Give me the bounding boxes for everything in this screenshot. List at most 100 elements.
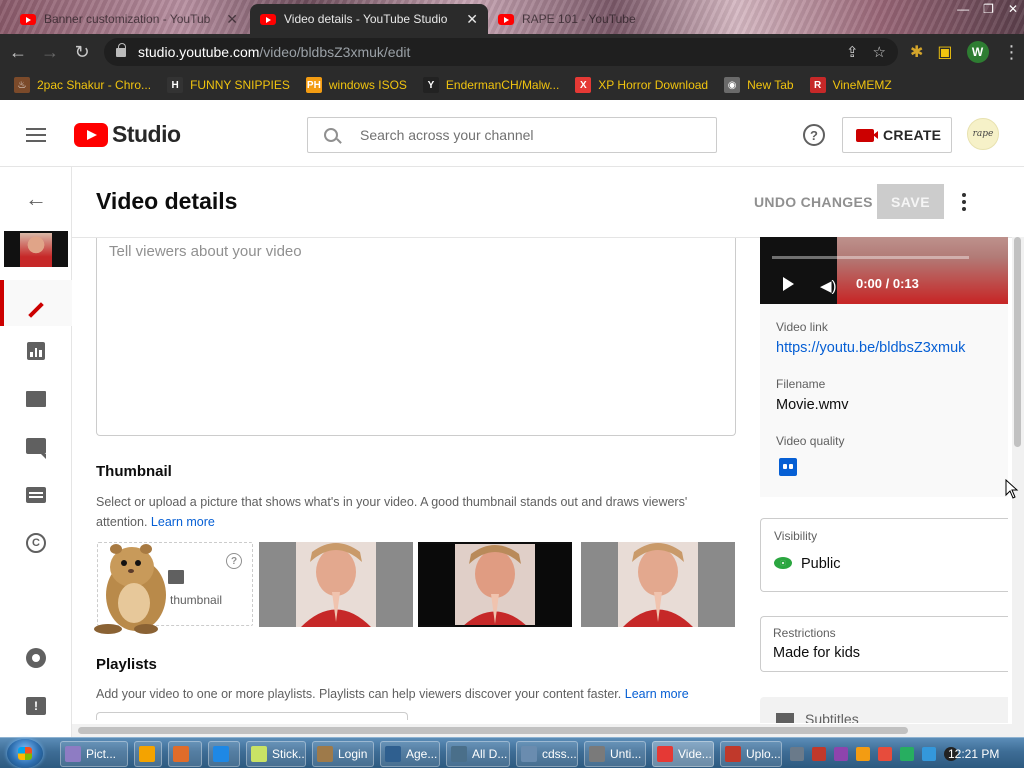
browser-tab[interactable]: Banner customization - YouTub ✕ <box>10 4 248 34</box>
playlist-select[interactable] <box>96 712 408 720</box>
sidebar-item-analytics[interactable] <box>0 329 72 373</box>
create-button[interactable]: CREATE <box>842 117 952 153</box>
extensions-icon[interactable]: ✱ <box>910 42 923 62</box>
sidebar-item-details[interactable] <box>0 280 72 326</box>
restrictions-label: Restrictions <box>773 626 836 640</box>
taskbar-button[interactable]: Age... <box>380 741 440 767</box>
taskbar-button[interactable]: Unti... <box>584 741 646 767</box>
browser-tab-active[interactable]: Video details - YouTube Studio ✕ <box>250 4 488 34</box>
tray-icon[interactable] <box>900 747 914 761</box>
bookmark-item[interactable]: ◉ New Tab <box>724 77 794 93</box>
mouse-cursor-icon <box>1005 479 1019 499</box>
tray-icon[interactable] <box>790 747 804 761</box>
taskbar-button[interactable]: Vide... <box>652 741 714 767</box>
close-tab-icon[interactable]: ✕ <box>218 11 238 28</box>
tray-icon[interactable] <box>922 747 936 761</box>
volume-icon[interactable]: ◀) <box>820 277 837 295</box>
sidebar-item-comments[interactable] <box>0 424 72 468</box>
thumbnail-option[interactable] <box>581 542 735 627</box>
close-window-icon[interactable]: ✕ <box>1008 2 1018 16</box>
app-icon <box>385 746 401 762</box>
video-quality-icon[interactable] <box>779 458 797 476</box>
video-progress-bar[interactable] <box>772 256 969 259</box>
bookmark-label: New Tab <box>747 78 794 92</box>
tray-icon[interactable] <box>856 747 870 761</box>
bookmark-label: 2pac Shakur - Chro... <box>37 78 152 92</box>
close-tab-icon[interactable]: ✕ <box>458 11 478 28</box>
sidebar-item-editor[interactable] <box>0 377 72 421</box>
filename-value: Movie.wmv <box>776 397 849 413</box>
playlists-heading: Playlists <box>96 656 157 673</box>
horizontal-scrollbar[interactable] <box>72 724 1012 737</box>
tray-icon[interactable] <box>878 747 892 761</box>
back-icon[interactable]: ← <box>4 38 32 66</box>
taskbar-button[interactable]: All D... <box>446 741 510 767</box>
minimize-icon[interactable]: — <box>957 2 969 16</box>
side-panel-icon[interactable]: ▣ <box>937 42 952 62</box>
app-icon <box>251 746 267 762</box>
taskbar-button[interactable] <box>134 741 162 767</box>
back-to-content-button[interactable]: ← <box>0 177 72 221</box>
video-player[interactable]: ◀) 0:00 / 0:13 <box>760 237 1008 304</box>
gear-icon <box>26 648 46 668</box>
bookmark-item[interactable]: X XP Horror Download <box>575 77 708 93</box>
app-icon <box>65 746 81 762</box>
profile-avatar[interactable]: W <box>966 41 989 63</box>
description-placeholder: Tell viewers about your video <box>109 243 302 260</box>
video-link[interactable]: https://youtu.be/bldbsZ3xmuk <box>776 340 965 356</box>
taskbar-clock[interactable]: 12:21 PM <box>948 747 999 761</box>
restore-icon[interactable]: ❐ <box>983 2 994 16</box>
tray-icon[interactable] <box>812 747 826 761</box>
share-icon[interactable]: ⇪ <box>846 43 859 61</box>
youtube-favicon-icon <box>20 13 36 25</box>
taskbar-button[interactable]: Stick... <box>246 741 306 767</box>
browser-tab[interactable]: RAPE 101 - YouTube <box>488 4 688 34</box>
undo-changes-button[interactable]: UNDO CHANGES <box>754 194 873 210</box>
tab-title: Video details - YouTube Studio <box>284 12 448 26</box>
subtitles-card[interactable]: Subtitles <box>760 697 1008 723</box>
sidebar-item-feedback[interactable]: ! <box>0 684 72 728</box>
thumbnail-learn-more-link[interactable]: Learn more <box>151 515 215 529</box>
reload-icon[interactable]: ↻ <box>68 38 96 66</box>
restrictions-dropdown[interactable] <box>760 616 1008 672</box>
bookmark-item[interactable]: Y EndermanCH/Malw... <box>422 77 559 93</box>
taskbar-button[interactable]: Login <box>312 741 374 767</box>
taskbar-button[interactable]: Pict... <box>60 741 128 767</box>
start-button[interactable] <box>7 739 43 768</box>
thumbnail-option-selected[interactable] <box>418 542 572 627</box>
subtitles-icon <box>26 487 46 503</box>
url-field[interactable]: studio.youtube.com/video/bldbsZ3xmuk/edi… <box>104 38 898 66</box>
tray-icon[interactable] <box>834 747 848 761</box>
description-field[interactable] <box>96 238 736 436</box>
arrow-back-icon: ← <box>25 186 47 211</box>
taskbar-button[interactable] <box>208 741 240 767</box>
bookmark-star-icon[interactable]: ☆ <box>873 43 886 61</box>
taskbar-button[interactable]: Uplo... <box>720 741 782 767</box>
play-icon[interactable] <box>783 277 794 291</box>
help-icon[interactable]: ? <box>803 124 825 146</box>
sidebar-item-subtitles[interactable] <box>0 473 72 517</box>
search-input[interactable]: Search across your channel <box>307 117 717 153</box>
taskbar-button[interactable] <box>168 741 202 767</box>
save-button[interactable]: SAVE <box>877 184 944 219</box>
thumbnail-option[interactable] <box>259 542 413 627</box>
copyright-icon: C <box>26 533 46 553</box>
windows-taskbar: 12:21 PM Pict... Stick... Login Age... All D… <box>0 737 1024 768</box>
sidebar-item-settings[interactable] <box>0 636 72 680</box>
left-rail: ← C ! <box>0 167 72 737</box>
bookmark-item[interactable]: ♨ 2pac Shakur - Chro... <box>14 77 151 93</box>
playlists-learn-more-link[interactable]: Learn more <box>625 687 689 701</box>
more-options-icon[interactable] <box>962 193 966 211</box>
menu-icon[interactable] <box>26 127 46 142</box>
channel-avatar[interactable]: rape <box>967 118 999 150</box>
sidebar-item-copyright[interactable]: C <box>0 521 72 565</box>
taskbar-button[interactable]: cdss... <box>516 741 578 767</box>
help-icon[interactable]: ? <box>226 553 242 569</box>
studio-logo[interactable]: Studio <box>74 121 181 148</box>
bookmark-item[interactable]: R VineMEMZ <box>809 77 892 93</box>
bookmark-item[interactable]: H FUNNY SNIPPIES <box>167 77 290 93</box>
forward-icon[interactable]: → <box>36 38 64 66</box>
browser-menu-icon[interactable]: ⋮ <box>1003 42 1021 63</box>
video-thumbnail-mini[interactable] <box>4 231 68 267</box>
bookmark-item[interactable]: PH windows ISOS <box>305 77 407 93</box>
